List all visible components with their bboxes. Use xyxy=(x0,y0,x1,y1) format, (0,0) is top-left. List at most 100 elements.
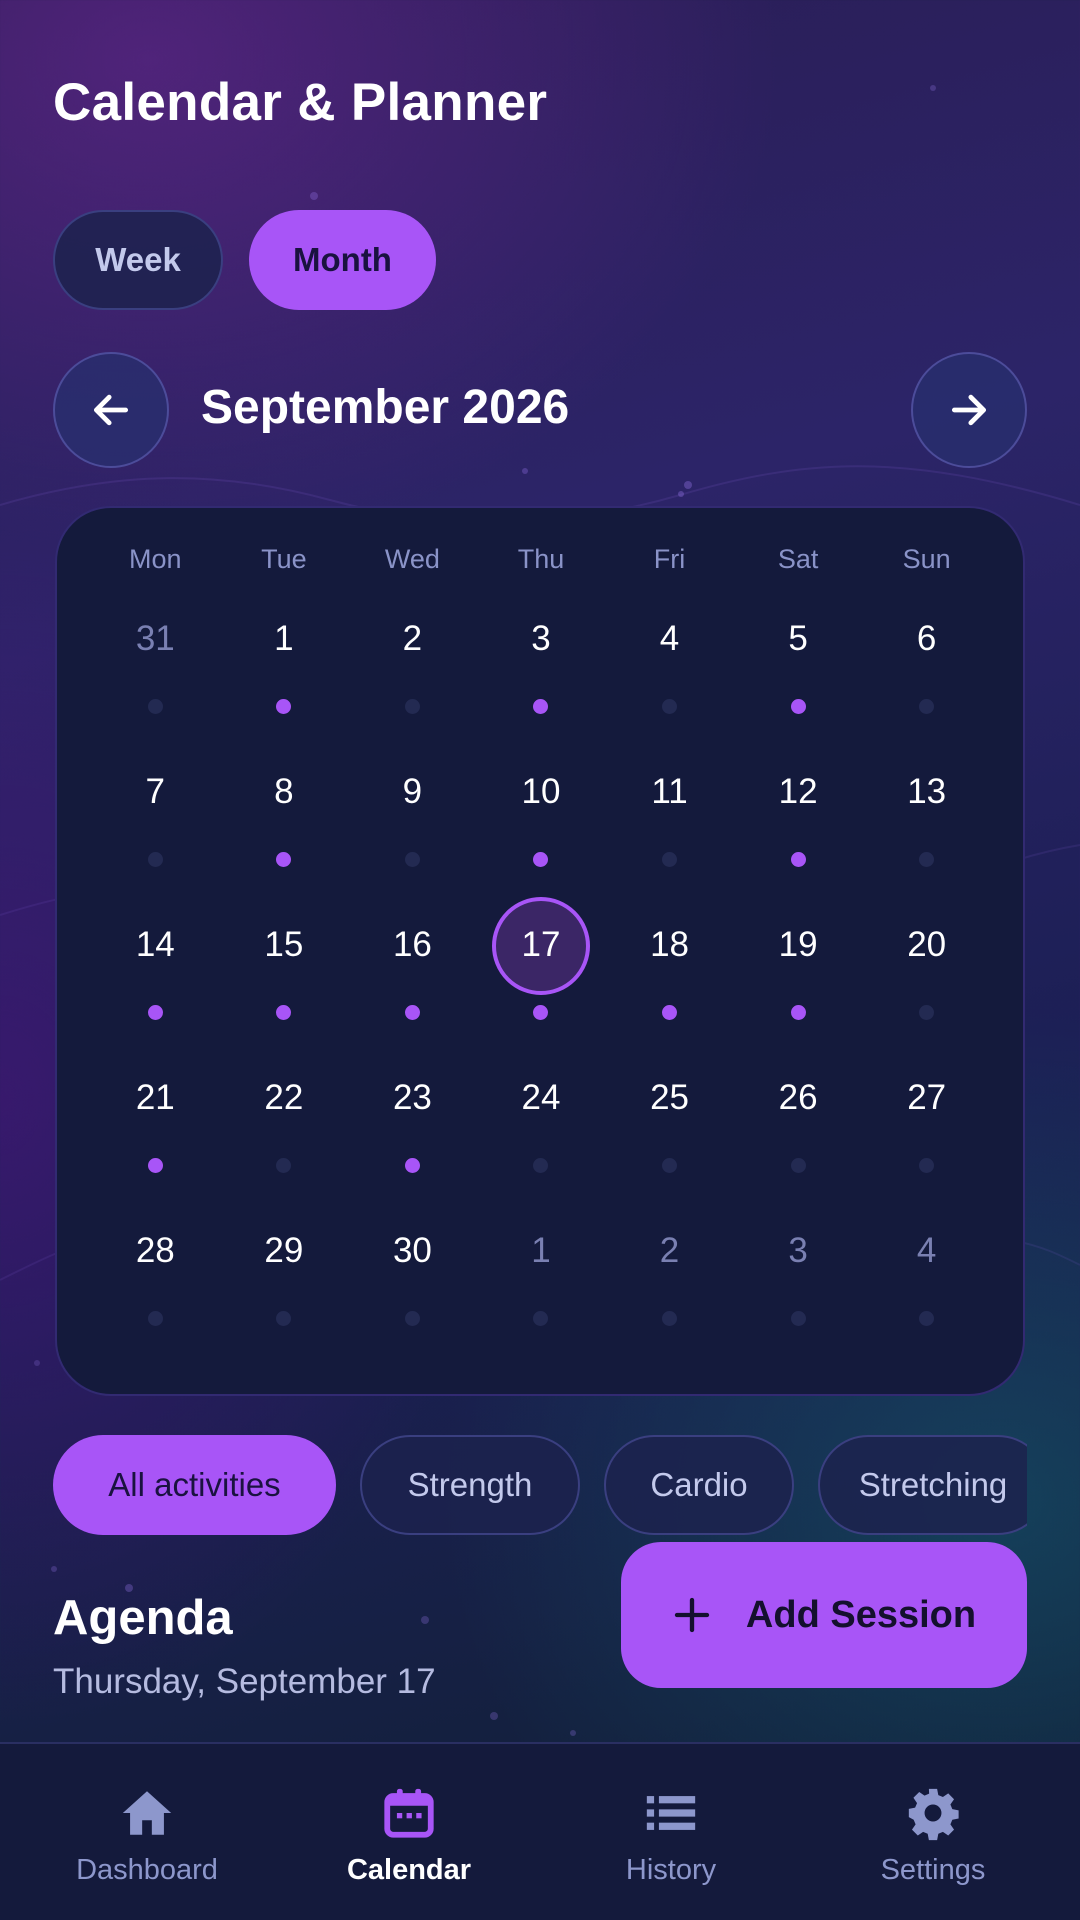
gear-icon xyxy=(908,1788,959,1841)
calendar-day[interactable]: 1 xyxy=(477,1198,606,1351)
empty-indicator-dot xyxy=(147,852,163,867)
calendar-day[interactable]: 29 xyxy=(220,1198,349,1351)
agenda-date: Thursday, September 17 xyxy=(53,1662,436,1701)
event-indicator-dot xyxy=(404,1005,420,1020)
calendar-day[interactable]: 4 xyxy=(605,586,734,739)
day-number: 18 xyxy=(650,925,689,964)
activity-filter-chips: All activities Strength Cardio Stretchin… xyxy=(53,1435,1027,1537)
day-number: 2 xyxy=(659,1231,680,1270)
calendar-day[interactable]: 10 xyxy=(477,739,606,892)
calendar-day[interactable]: 19 xyxy=(734,892,863,1045)
calendar-day[interactable]: 14 xyxy=(91,892,220,1045)
calendar-day[interactable]: 30 xyxy=(348,1198,477,1351)
calendar-day[interactable]: 23 xyxy=(348,1045,477,1198)
day-number: 3 xyxy=(788,1231,808,1270)
calendar-day[interactable]: 7 xyxy=(91,739,220,892)
day-number: 10 xyxy=(521,772,561,811)
empty-indicator-dot xyxy=(919,852,935,867)
calendar-day[interactable]: 31 xyxy=(91,586,220,739)
calendar-day[interactable]: 28 xyxy=(91,1198,220,1351)
weekday-label: Thu xyxy=(517,544,565,574)
day-number: 24 xyxy=(521,1078,561,1117)
plus-icon xyxy=(674,1597,710,1633)
event-indicator-dot xyxy=(533,699,549,714)
day-number: 2 xyxy=(402,619,423,658)
empty-indicator-dot xyxy=(790,1311,806,1326)
nav-item-settings[interactable]: Settings xyxy=(798,1744,1068,1920)
event-indicator-dot xyxy=(276,699,292,714)
calendar-day[interactable]: 27 xyxy=(862,1045,991,1198)
calendar-day-selected[interactable]: 17 xyxy=(477,892,606,1045)
day-number: 1 xyxy=(531,1231,551,1270)
filter-chip-all-activities[interactable]: All activities xyxy=(53,1435,336,1535)
filter-chip-strength[interactable]: Strength xyxy=(360,1435,580,1535)
empty-indicator-dot xyxy=(404,699,420,714)
calendar-grid: 31 1 2 3 4 5 6 7 8 9 10 11 12 13 14 15 16 17 18 19 20 21 22 23 2… xyxy=(91,586,991,1351)
empty-indicator-dot xyxy=(147,699,163,714)
filter-chip-stretching[interactable]: Stretching xyxy=(818,1435,1027,1535)
calendar-day[interactable]: 21 xyxy=(91,1045,220,1198)
nav-item-dashboard[interactable]: Dashboard xyxy=(12,1744,282,1920)
event-indicator-dot xyxy=(790,699,806,714)
calendar-day[interactable]: 8 xyxy=(220,739,349,892)
empty-indicator-dot xyxy=(662,699,678,714)
day-number: 15 xyxy=(264,925,304,964)
calendar-day[interactable]: 6 xyxy=(862,586,991,739)
arrow-left-icon xyxy=(93,394,129,426)
calendar-day[interactable]: 26 xyxy=(734,1045,863,1198)
day-number: 23 xyxy=(392,1078,432,1117)
day-number: 26 xyxy=(778,1078,818,1117)
day-number: 3 xyxy=(531,619,551,658)
next-month-button[interactable] xyxy=(911,352,1027,468)
month-view-button[interactable]: Month xyxy=(249,210,436,310)
calendar-day[interactable]: 1 xyxy=(220,586,349,739)
day-number: 29 xyxy=(264,1231,304,1270)
day-number: 20 xyxy=(907,925,947,964)
calendar-day[interactable]: 24 xyxy=(477,1045,606,1198)
event-indicator-dot xyxy=(533,852,549,867)
empty-indicator-dot xyxy=(790,1158,806,1173)
calendar-day[interactable]: 22 xyxy=(220,1045,349,1198)
day-number: 14 xyxy=(135,925,175,964)
add-session-button[interactable]: Add Session xyxy=(621,1542,1027,1688)
calendar-day[interactable]: 12 xyxy=(734,739,863,892)
calendar-day[interactable]: 11 xyxy=(605,739,734,892)
calendar-day[interactable]: 3 xyxy=(734,1198,863,1351)
calendar-day[interactable]: 25 xyxy=(605,1045,734,1198)
nav-item-history[interactable]: History xyxy=(536,1744,806,1920)
calendar-day[interactable]: 2 xyxy=(348,586,477,739)
weekday-label: Sat xyxy=(777,544,819,574)
day-number: 1 xyxy=(274,619,294,658)
day-number: 9 xyxy=(402,772,423,811)
month-navigation: September 2026 xyxy=(53,352,1027,468)
event-indicator-dot xyxy=(533,1005,549,1020)
calendar-day[interactable]: 5 xyxy=(734,586,863,739)
weekday-label: Mon xyxy=(129,544,182,574)
calendar-card: Mon Tue Wed Thu Fri Sat Sun 31 1 2 3 4 5 6 7 8 9 1… xyxy=(55,506,1025,1396)
calendar-day[interactable]: 3 xyxy=(477,586,606,739)
empty-indicator-dot xyxy=(919,1158,935,1173)
event-indicator-dot xyxy=(147,1005,163,1020)
calendar-day[interactable]: 18 xyxy=(605,892,734,1045)
empty-indicator-dot xyxy=(919,1311,935,1326)
week-view-button[interactable]: Week xyxy=(53,210,223,310)
empty-indicator-dot xyxy=(662,852,678,867)
calendar-day[interactable]: 4 xyxy=(862,1198,991,1351)
calendar-day[interactable]: 16 xyxy=(348,892,477,1045)
nav-label: Settings xyxy=(880,1854,986,1886)
day-number: 4 xyxy=(659,619,680,658)
page-title: Calendar & Planner xyxy=(53,73,548,132)
empty-indicator-dot xyxy=(533,1311,549,1326)
empty-indicator-dot xyxy=(404,1311,420,1326)
calendar-day[interactable]: 2 xyxy=(605,1198,734,1351)
filter-chip-cardio[interactable]: Cardio xyxy=(604,1435,794,1535)
empty-indicator-dot xyxy=(533,1158,549,1173)
calendar-day[interactable]: 9 xyxy=(348,739,477,892)
calendar-day[interactable]: 15 xyxy=(220,892,349,1045)
calendar-day[interactable]: 13 xyxy=(862,739,991,892)
nav-item-calendar[interactable]: Calendar xyxy=(274,1744,544,1920)
previous-month-button[interactable] xyxy=(53,352,169,468)
list-icon xyxy=(646,1796,696,1830)
day-number: 12 xyxy=(778,772,818,811)
calendar-day[interactable]: 20 xyxy=(862,892,991,1045)
